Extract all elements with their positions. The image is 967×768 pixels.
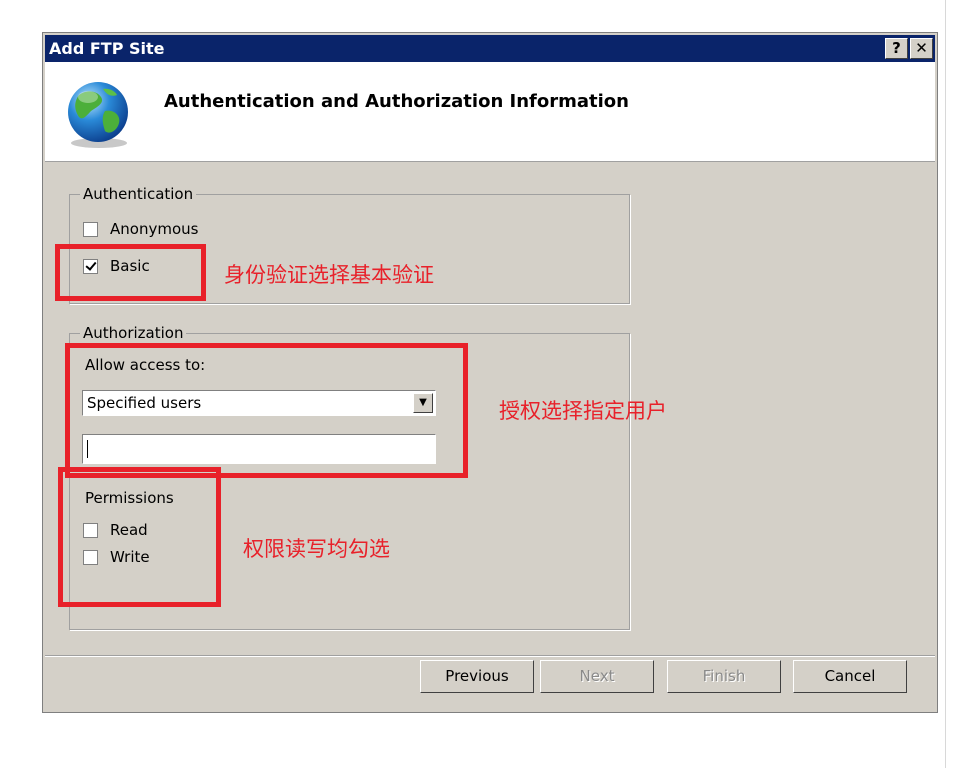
- anonymous-checkbox[interactable]: [83, 221, 98, 237]
- window-title: Add FTP Site: [49, 39, 165, 58]
- title-bar: Add FTP Site ? ✕: [45, 35, 935, 62]
- annotation-permissions-note: 权限读写均勾选: [243, 537, 390, 561]
- anonymous-label: Anonymous: [110, 220, 199, 238]
- anonymous-option[interactable]: Anonymous: [83, 220, 198, 238]
- annotation-box-authentication: [55, 244, 206, 301]
- wizard-header: Authentication and Authorization Informa…: [45, 62, 935, 162]
- help-button[interactable]: ?: [885, 38, 908, 59]
- finish-button[interactable]: Finish: [667, 660, 781, 693]
- page-title: Authentication and Authorization Informa…: [164, 91, 629, 112]
- annotation-authentication-note: 身份验证选择基本验证: [224, 263, 434, 287]
- button-separator: [45, 655, 935, 657]
- previous-button[interactable]: Previous: [420, 660, 534, 693]
- close-button[interactable]: ✕: [910, 38, 933, 59]
- annotation-box-authorization: [65, 343, 468, 478]
- authorization-legend: Authorization: [83, 324, 184, 342]
- globe-icon: [68, 82, 128, 148]
- cancel-button[interactable]: Cancel: [793, 660, 907, 693]
- annotation-box-permissions: [58, 467, 221, 607]
- page-edge-line: [945, 0, 946, 768]
- next-button[interactable]: Next: [540, 660, 654, 693]
- authentication-legend: Authentication: [83, 185, 194, 203]
- annotation-authorization-note: 授权选择指定用户: [499, 399, 667, 423]
